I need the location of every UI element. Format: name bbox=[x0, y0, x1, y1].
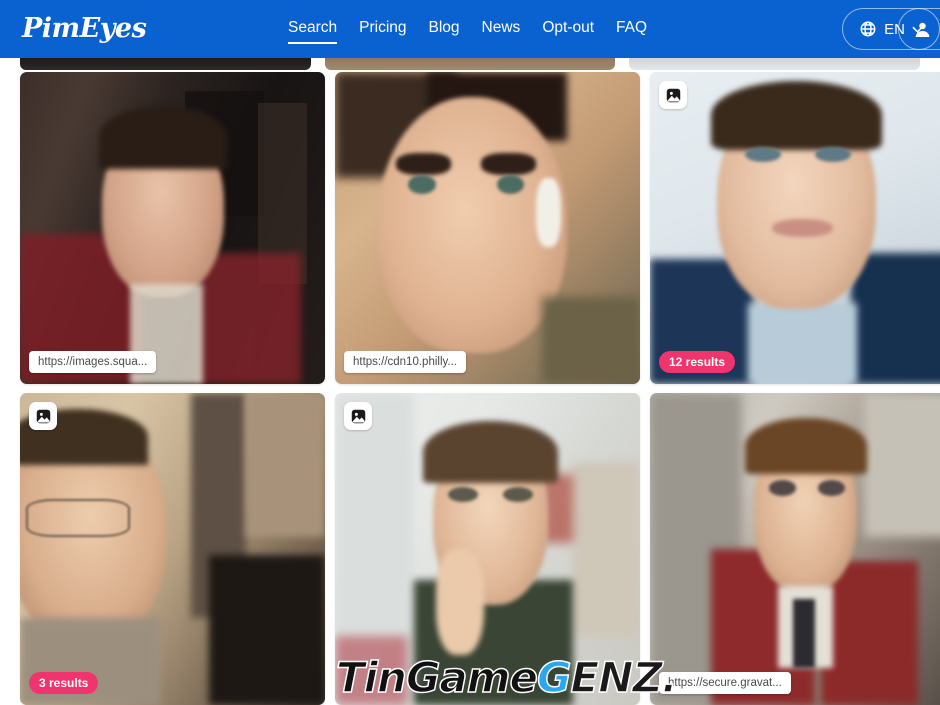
result-thumbnail bbox=[650, 72, 940, 384]
results-grid: https://images.squa... https://cdn10.phi… bbox=[20, 72, 940, 705]
photo-icon bbox=[659, 81, 687, 109]
sliver-card bbox=[629, 58, 921, 70]
nav-item-blog[interactable]: Blog bbox=[429, 17, 460, 42]
nav-item-faq[interactable]: FAQ bbox=[616, 17, 647, 42]
globe-icon bbox=[859, 20, 877, 38]
result-card[interactable]: https://secure.gravat... bbox=[650, 393, 940, 705]
main-navigation: Search Pricing Blog News Opt-out FAQ bbox=[288, 17, 647, 44]
site-header: PimEyes Search Pricing Blog News Opt-out… bbox=[0, 0, 940, 58]
header-actions: EN bbox=[842, 8, 940, 50]
result-card[interactable]: https://images.squa... bbox=[20, 72, 325, 384]
nav-item-search[interactable]: Search bbox=[288, 17, 338, 44]
sliver-card bbox=[324, 58, 616, 70]
result-card[interactable]: 3 results bbox=[20, 393, 325, 705]
result-thumbnail bbox=[650, 393, 940, 705]
nav-item-pricing[interactable]: Pricing bbox=[359, 17, 406, 42]
account-button[interactable] bbox=[898, 8, 940, 50]
app-root: PimEyes Search Pricing Blog News Opt-out… bbox=[0, 0, 940, 705]
nav-item-news[interactable]: News bbox=[482, 17, 521, 42]
nav-item-opt-out[interactable]: Opt-out bbox=[542, 17, 594, 42]
result-card[interactable] bbox=[335, 393, 640, 705]
person-icon bbox=[913, 20, 932, 39]
result-thumbnail bbox=[335, 393, 640, 705]
search-results-area[interactable]: https://images.squa... https://cdn10.phi… bbox=[0, 58, 940, 705]
result-card[interactable]: https://cdn10.philly... bbox=[335, 72, 640, 384]
source-url-badge[interactable]: https://cdn10.philly... bbox=[344, 351, 466, 373]
sliver-card bbox=[20, 58, 311, 70]
photo-icon bbox=[29, 402, 57, 430]
result-count-badge[interactable]: 3 results bbox=[29, 672, 99, 694]
result-thumbnail bbox=[335, 72, 640, 384]
photo-icon bbox=[344, 402, 372, 430]
pimeyes-logo[interactable]: PimEyes bbox=[22, 12, 147, 46]
source-url-badge[interactable]: https://secure.gravat... bbox=[659, 672, 791, 694]
previous-row-sliver bbox=[0, 58, 940, 70]
result-count-badge[interactable]: 12 results bbox=[659, 351, 736, 373]
result-thumbnail bbox=[20, 393, 325, 705]
result-card[interactable]: 12 results bbox=[650, 72, 940, 384]
source-url-badge[interactable]: https://images.squa... bbox=[29, 351, 157, 373]
result-thumbnail bbox=[20, 72, 325, 384]
